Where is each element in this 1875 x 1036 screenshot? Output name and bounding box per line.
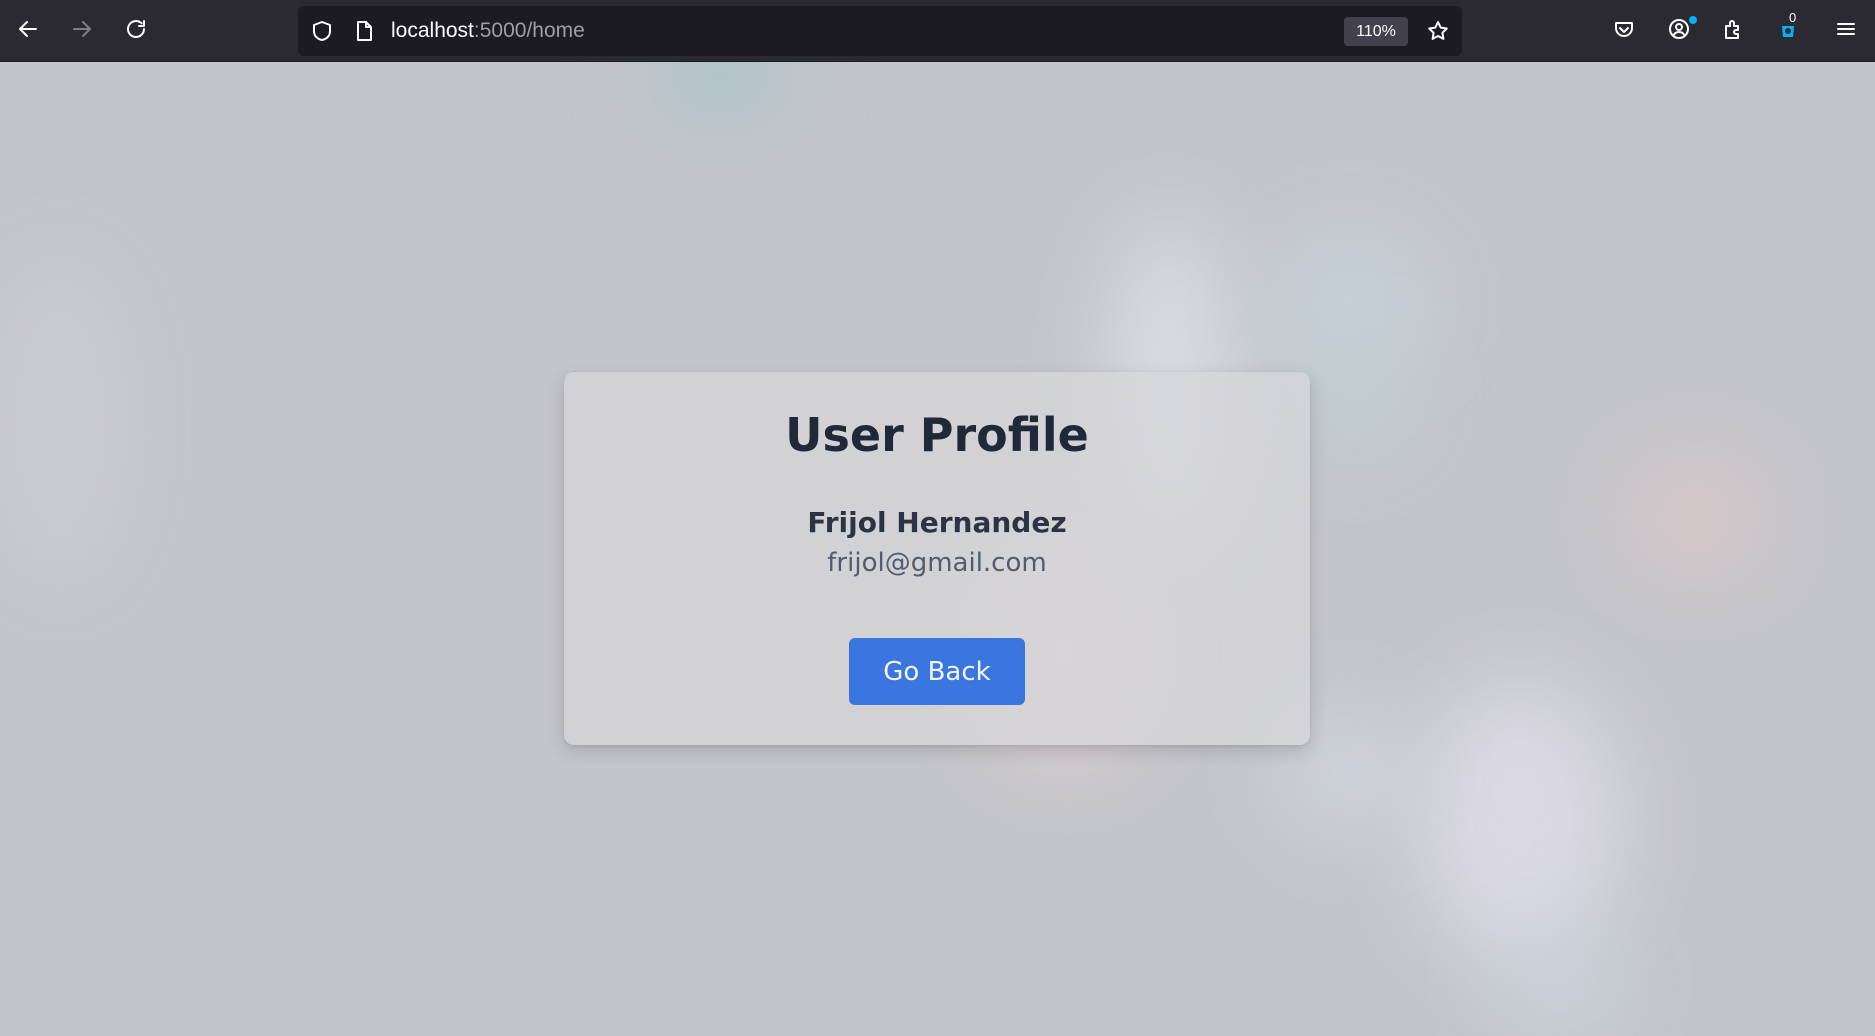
address-bar[interactable]: localhost:5000/home 110% (298, 6, 1462, 56)
extension-button[interactable] (1766, 9, 1810, 53)
page-title: User Profile (785, 408, 1089, 462)
shield-icon[interactable] (310, 19, 334, 43)
url-text[interactable]: localhost:5000/home (391, 19, 585, 43)
account-button[interactable] (1657, 9, 1701, 53)
extensions-button[interactable] (1711, 9, 1755, 53)
background-blur (0, 262, 120, 582)
account-notification-dot (1689, 16, 1697, 24)
reload-button[interactable] (114, 9, 158, 53)
go-back-button[interactable]: Go Back (849, 638, 1025, 705)
menu-button[interactable] (1824, 9, 1868, 53)
background-blur (1500, 922, 1620, 1036)
arrow-right-icon (70, 17, 94, 45)
forward-button[interactable] (60, 9, 104, 53)
reload-icon (124, 17, 148, 45)
url-host: localhost (391, 19, 474, 42)
arrow-left-icon (16, 17, 40, 45)
background-blur (1420, 682, 1620, 962)
pocket-button[interactable] (1602, 9, 1646, 53)
extension-icon (1776, 17, 1800, 45)
document-icon[interactable] (352, 19, 376, 43)
background-blur (640, 62, 800, 132)
hamburger-menu-icon (1834, 17, 1858, 45)
user-email: frijol@gmail.com (827, 548, 1047, 578)
page-background: User Profile Frijol Hernandez frijol@gma… (0, 62, 1875, 1036)
user-name: Frijol Hernandez (807, 506, 1067, 539)
back-button[interactable] (6, 9, 50, 53)
url-path: :5000/home (473, 19, 585, 42)
extension-badge-count: 0 (1789, 10, 1797, 25)
zoom-level-badge[interactable]: 110% (1344, 17, 1408, 46)
pocket-icon (1612, 17, 1636, 45)
puzzle-icon (1721, 17, 1745, 45)
background-blur (1630, 462, 1760, 572)
star-icon[interactable] (1426, 19, 1450, 43)
background-blur (1300, 342, 1410, 452)
account-icon (1667, 17, 1691, 45)
browser-toolbar: localhost:5000/home 110% 0 (0, 0, 1875, 62)
profile-card: User Profile Frijol Hernandez frijol@gma… (564, 372, 1310, 745)
